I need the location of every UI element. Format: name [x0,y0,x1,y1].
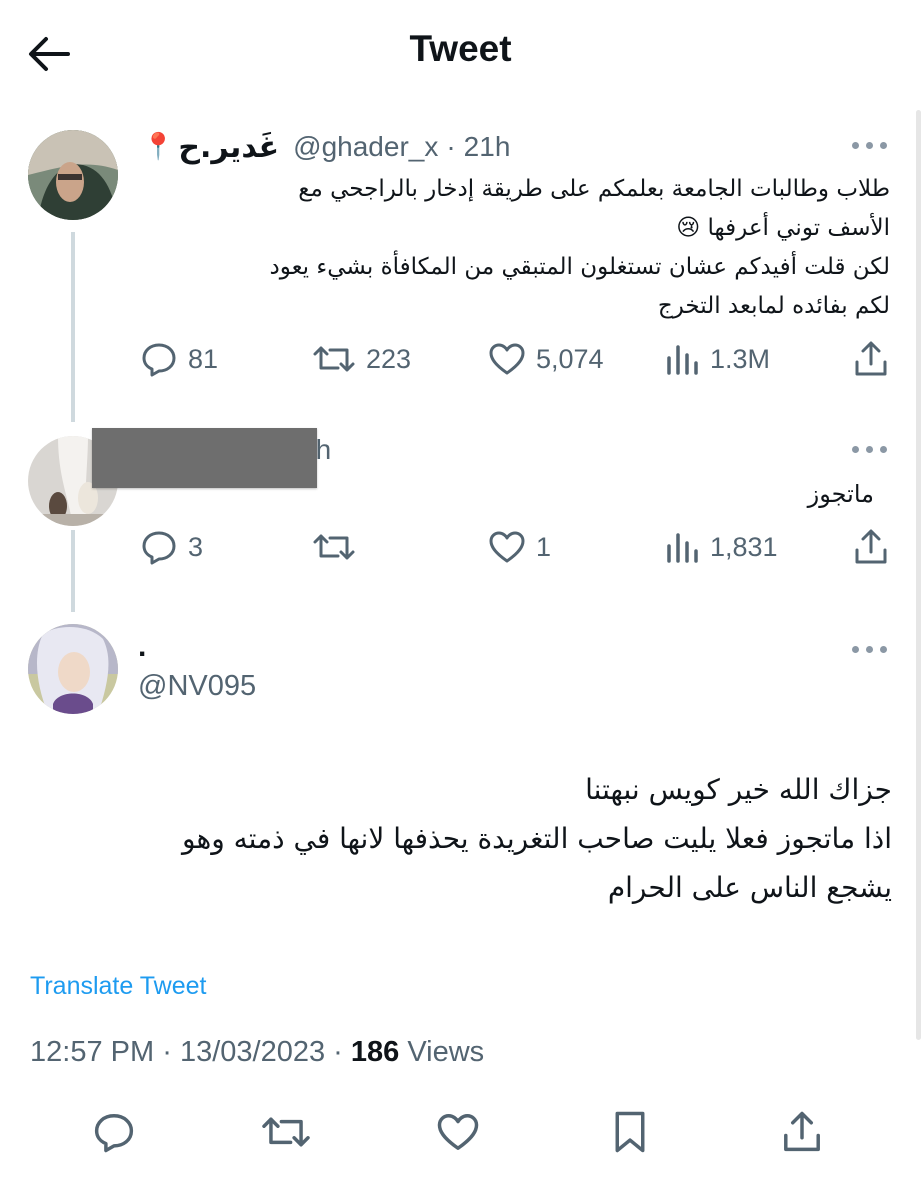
reply-icon [142,343,176,377]
retweet-button[interactable] [260,1110,312,1154]
like-icon [489,531,525,563]
like-button[interactable]: 1 [488,528,551,566]
display-name[interactable]: . [138,630,146,664]
share-icon [855,341,887,376]
retweet-icon [262,1117,310,1147]
retweet-button[interactable]: 223 [312,340,411,378]
separator: · [446,131,456,162]
share-button[interactable] [852,340,890,378]
more-icon[interactable] [852,444,890,456]
like-button[interactable] [436,1110,480,1154]
tweet-date[interactable]: 13/03/2023 [180,1036,325,1068]
user-handle[interactable]: @NV095 [138,670,256,703]
share-icon [855,529,887,564]
reply-button[interactable] [92,1110,136,1154]
more-icon[interactable] [852,644,890,656]
views-count: 186 [350,1036,400,1068]
thread-line [71,530,75,612]
reply-button[interactable]: 3 [140,528,203,566]
scrollbar[interactable] [916,110,921,1040]
user-handle[interactable]: @ghader_x [293,131,438,163]
thread-line [71,232,75,422]
translate-tweet-link[interactable]: Translate Tweet [30,972,206,1001]
avatar[interactable] [28,624,118,714]
page-title: Tweet [409,28,512,69]
views-icon [667,345,698,375]
share-button[interactable] [852,528,890,566]
tweet-time[interactable]: 12:57 PM [30,1036,154,1068]
retweet-icon [313,534,355,560]
views-icon [667,533,698,563]
tweet-text: ماتجوز [807,480,874,508]
bookmark-button[interactable] [610,1110,650,1154]
tweet-header: 📍 غَدير.ح @ghader_x · 21h [142,127,510,167]
like-button[interactable]: 5,074 [488,340,604,378]
tweet-timestamp: 12:57 PM · 13/03/2023 · 186 Views [30,1036,485,1068]
more-icon[interactable] [852,140,890,152]
display-name[interactable]: غَدير.ح [178,130,279,165]
like-icon [489,343,525,375]
views-button[interactable]: 1.3M [664,340,770,378]
views-button[interactable]: 1,831 [664,528,778,566]
share-icon [784,1111,820,1152]
tweet-text: جزاك الله خير كويس نبهتنا اذا ماتجوز فعل… [182,773,892,904]
share-button[interactable] [780,1110,824,1154]
tweet-text: طلاب وطالبات الجامعة بعلمكم على طريقة إد… [269,176,890,319]
views-label: Views [407,1036,485,1068]
reply-icon [142,531,176,565]
bookmark-icon [615,1111,645,1153]
like-icon [437,1114,479,1150]
retweet-button[interactable] [312,528,366,566]
avatar[interactable] [28,130,118,220]
retweet-icon [313,346,355,372]
pin-emoji: 📍 [142,132,175,162]
reply-icon [94,1114,134,1153]
tweet-time[interactable]: 21h [464,131,511,163]
reply-button[interactable]: 81 [140,340,218,378]
